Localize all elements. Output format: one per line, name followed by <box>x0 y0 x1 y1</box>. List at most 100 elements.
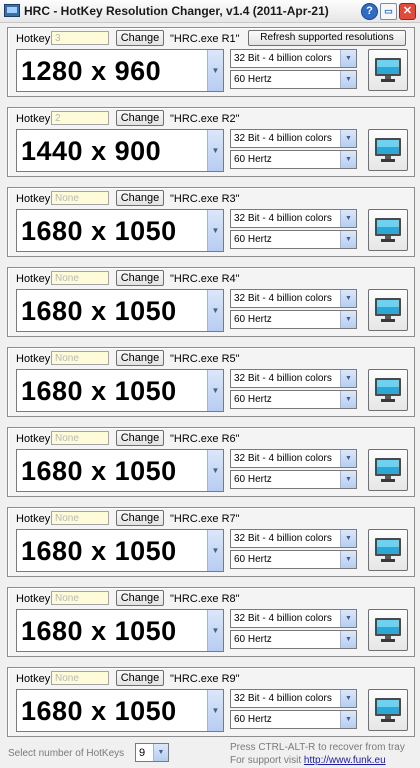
chevron-down-icon[interactable]: ▼ <box>207 530 223 571</box>
help-icon[interactable]: ? <box>361 3 378 20</box>
change-hotkey-button[interactable]: Change <box>116 190 164 206</box>
chevron-down-icon[interactable]: ▼ <box>340 471 356 488</box>
refresh-rate-select[interactable]: 60 Hertz ▼ <box>230 470 357 489</box>
chevron-down-icon[interactable]: ▼ <box>207 610 223 651</box>
hotkey-field[interactable]: None <box>51 191 109 205</box>
change-hotkey-button[interactable]: Change <box>116 430 164 446</box>
refresh-rate-select[interactable]: 60 Hertz ▼ <box>230 550 357 569</box>
monitor-icon <box>375 138 401 162</box>
resolution-select[interactable]: 1680 x 1050 ▼ <box>16 529 224 572</box>
chevron-down-icon[interactable]: ▼ <box>207 210 223 251</box>
support-link[interactable]: http://www.funk.eu <box>304 755 386 766</box>
apply-resolution-button[interactable] <box>368 209 408 251</box>
color-depth-select[interactable]: 32 Bit - 4 billion colors ▼ <box>230 209 357 228</box>
chevron-down-icon[interactable]: ▼ <box>340 151 356 168</box>
close-icon[interactable]: ✕ <box>399 3 416 20</box>
hotkey-field[interactable]: None <box>51 271 109 285</box>
color-depth-select[interactable]: 32 Bit - 4 billion colors ▼ <box>230 129 357 148</box>
apply-resolution-button[interactable] <box>368 49 408 91</box>
refresh-rate-value: 60 Hertz <box>234 554 272 565</box>
chevron-down-icon[interactable]: ▼ <box>207 370 223 411</box>
refresh-rate-value: 60 Hertz <box>234 154 272 165</box>
change-hotkey-button[interactable]: Change <box>116 510 164 526</box>
preset-panel: Hotkey None Change "HRC.exe R6" 1680 x 1… <box>7 427 415 497</box>
change-hotkey-button[interactable]: Change <box>116 110 164 126</box>
refresh-rate-select[interactable]: 60 Hertz ▼ <box>230 230 357 249</box>
chevron-down-icon[interactable]: ▼ <box>340 231 356 248</box>
color-depth-value: 32 Bit - 4 billion colors <box>234 693 332 704</box>
chevron-down-icon[interactable]: ▼ <box>340 311 356 328</box>
chevron-down-icon[interactable]: ▼ <box>340 450 356 467</box>
apply-resolution-button[interactable] <box>368 129 408 171</box>
hotkey-field[interactable]: None <box>51 351 109 365</box>
chevron-down-icon[interactable]: ▼ <box>340 130 356 147</box>
preset-panel: Hotkey 3 Change "HRC.exe R1" Refresh sup… <box>7 27 415 97</box>
chevron-down-icon[interactable]: ▼ <box>340 210 356 227</box>
resolution-select[interactable]: 1680 x 1050 ▼ <box>16 209 224 252</box>
chevron-down-icon[interactable]: ▼ <box>153 744 168 761</box>
chevron-down-icon[interactable]: ▼ <box>340 50 356 67</box>
hotkey-count-select[interactable]: 9 ▼ <box>135 743 169 762</box>
hotkey-label: Hotkey <box>16 433 51 445</box>
refresh-rate-select[interactable]: 60 Hertz ▼ <box>230 150 357 169</box>
change-hotkey-button[interactable]: Change <box>116 350 164 366</box>
hotkey-field[interactable]: None <box>51 671 109 685</box>
refresh-rate-value: 60 Hertz <box>234 314 272 325</box>
color-depth-select[interactable]: 32 Bit - 4 billion colors ▼ <box>230 529 357 548</box>
hotkey-field[interactable]: None <box>51 591 109 605</box>
color-depth-value: 32 Bit - 4 billion colors <box>234 613 332 624</box>
color-depth-select[interactable]: 32 Bit - 4 billion colors ▼ <box>230 609 357 628</box>
chevron-down-icon[interactable]: ▼ <box>207 690 223 731</box>
color-depth-select[interactable]: 32 Bit - 4 billion colors ▼ <box>230 449 357 468</box>
resolution-select[interactable]: 1280 x 960 ▼ <box>16 49 224 92</box>
apply-resolution-button[interactable] <box>368 449 408 491</box>
change-hotkey-button[interactable]: Change <box>116 590 164 606</box>
color-depth-select[interactable]: 32 Bit - 4 billion colors ▼ <box>230 369 357 388</box>
refresh-rate-select[interactable]: 60 Hertz ▼ <box>230 70 357 89</box>
command-label: "HRC.exe R5" <box>170 353 240 365</box>
monitor-icon <box>375 378 401 402</box>
resolution-select[interactable]: 1680 x 1050 ▼ <box>16 609 224 652</box>
resolution-select[interactable]: 1680 x 1050 ▼ <box>16 369 224 412</box>
refresh-rate-select[interactable]: 60 Hertz ▼ <box>230 310 357 329</box>
apply-resolution-button[interactable] <box>368 289 408 331</box>
chevron-down-icon[interactable]: ▼ <box>340 711 356 728</box>
resolution-select[interactable]: 1440 x 900 ▼ <box>16 129 224 172</box>
change-hotkey-button[interactable]: Change <box>116 670 164 686</box>
refresh-rate-select[interactable]: 60 Hertz ▼ <box>230 710 357 729</box>
chevron-down-icon[interactable]: ▼ <box>340 71 356 88</box>
chevron-down-icon[interactable]: ▼ <box>207 50 223 91</box>
chevron-down-icon[interactable]: ▼ <box>207 450 223 491</box>
change-hotkey-button[interactable]: Change <box>116 30 164 46</box>
refresh-resolutions-button[interactable]: Refresh supported resolutions <box>248 30 406 46</box>
resolution-select[interactable]: 1680 x 1050 ▼ <box>16 289 224 332</box>
refresh-rate-select[interactable]: 60 Hertz ▼ <box>230 390 357 409</box>
hotkey-field[interactable]: 3 <box>51 31 109 45</box>
hotkey-field[interactable]: None <box>51 511 109 525</box>
apply-resolution-button[interactable] <box>368 689 408 731</box>
minimize-to-tray-icon[interactable]: ▭ <box>380 3 397 20</box>
hotkey-field[interactable]: None <box>51 431 109 445</box>
support-prefix: For support visit <box>230 755 304 766</box>
apply-resolution-button[interactable] <box>368 529 408 571</box>
chevron-down-icon[interactable]: ▼ <box>340 370 356 387</box>
apply-resolution-button[interactable] <box>368 609 408 651</box>
chevron-down-icon[interactable]: ▼ <box>207 290 223 331</box>
apply-resolution-button[interactable] <box>368 369 408 411</box>
chevron-down-icon[interactable]: ▼ <box>340 551 356 568</box>
color-depth-select[interactable]: 32 Bit - 4 billion colors ▼ <box>230 289 357 308</box>
chevron-down-icon[interactable]: ▼ <box>207 130 223 171</box>
chevron-down-icon[interactable]: ▼ <box>340 690 356 707</box>
change-hotkey-button[interactable]: Change <box>116 270 164 286</box>
chevron-down-icon[interactable]: ▼ <box>340 610 356 627</box>
chevron-down-icon[interactable]: ▼ <box>340 290 356 307</box>
chevron-down-icon[interactable]: ▼ <box>340 530 356 547</box>
color-depth-select[interactable]: 32 Bit - 4 billion colors ▼ <box>230 49 357 68</box>
refresh-rate-select[interactable]: 60 Hertz ▼ <box>230 630 357 649</box>
hotkey-field[interactable]: 2 <box>51 111 109 125</box>
chevron-down-icon[interactable]: ▼ <box>340 631 356 648</box>
resolution-select[interactable]: 1680 x 1050 ▼ <box>16 449 224 492</box>
chevron-down-icon[interactable]: ▼ <box>340 391 356 408</box>
resolution-select[interactable]: 1680 x 1050 ▼ <box>16 689 224 732</box>
color-depth-select[interactable]: 32 Bit - 4 billion colors ▼ <box>230 689 357 708</box>
